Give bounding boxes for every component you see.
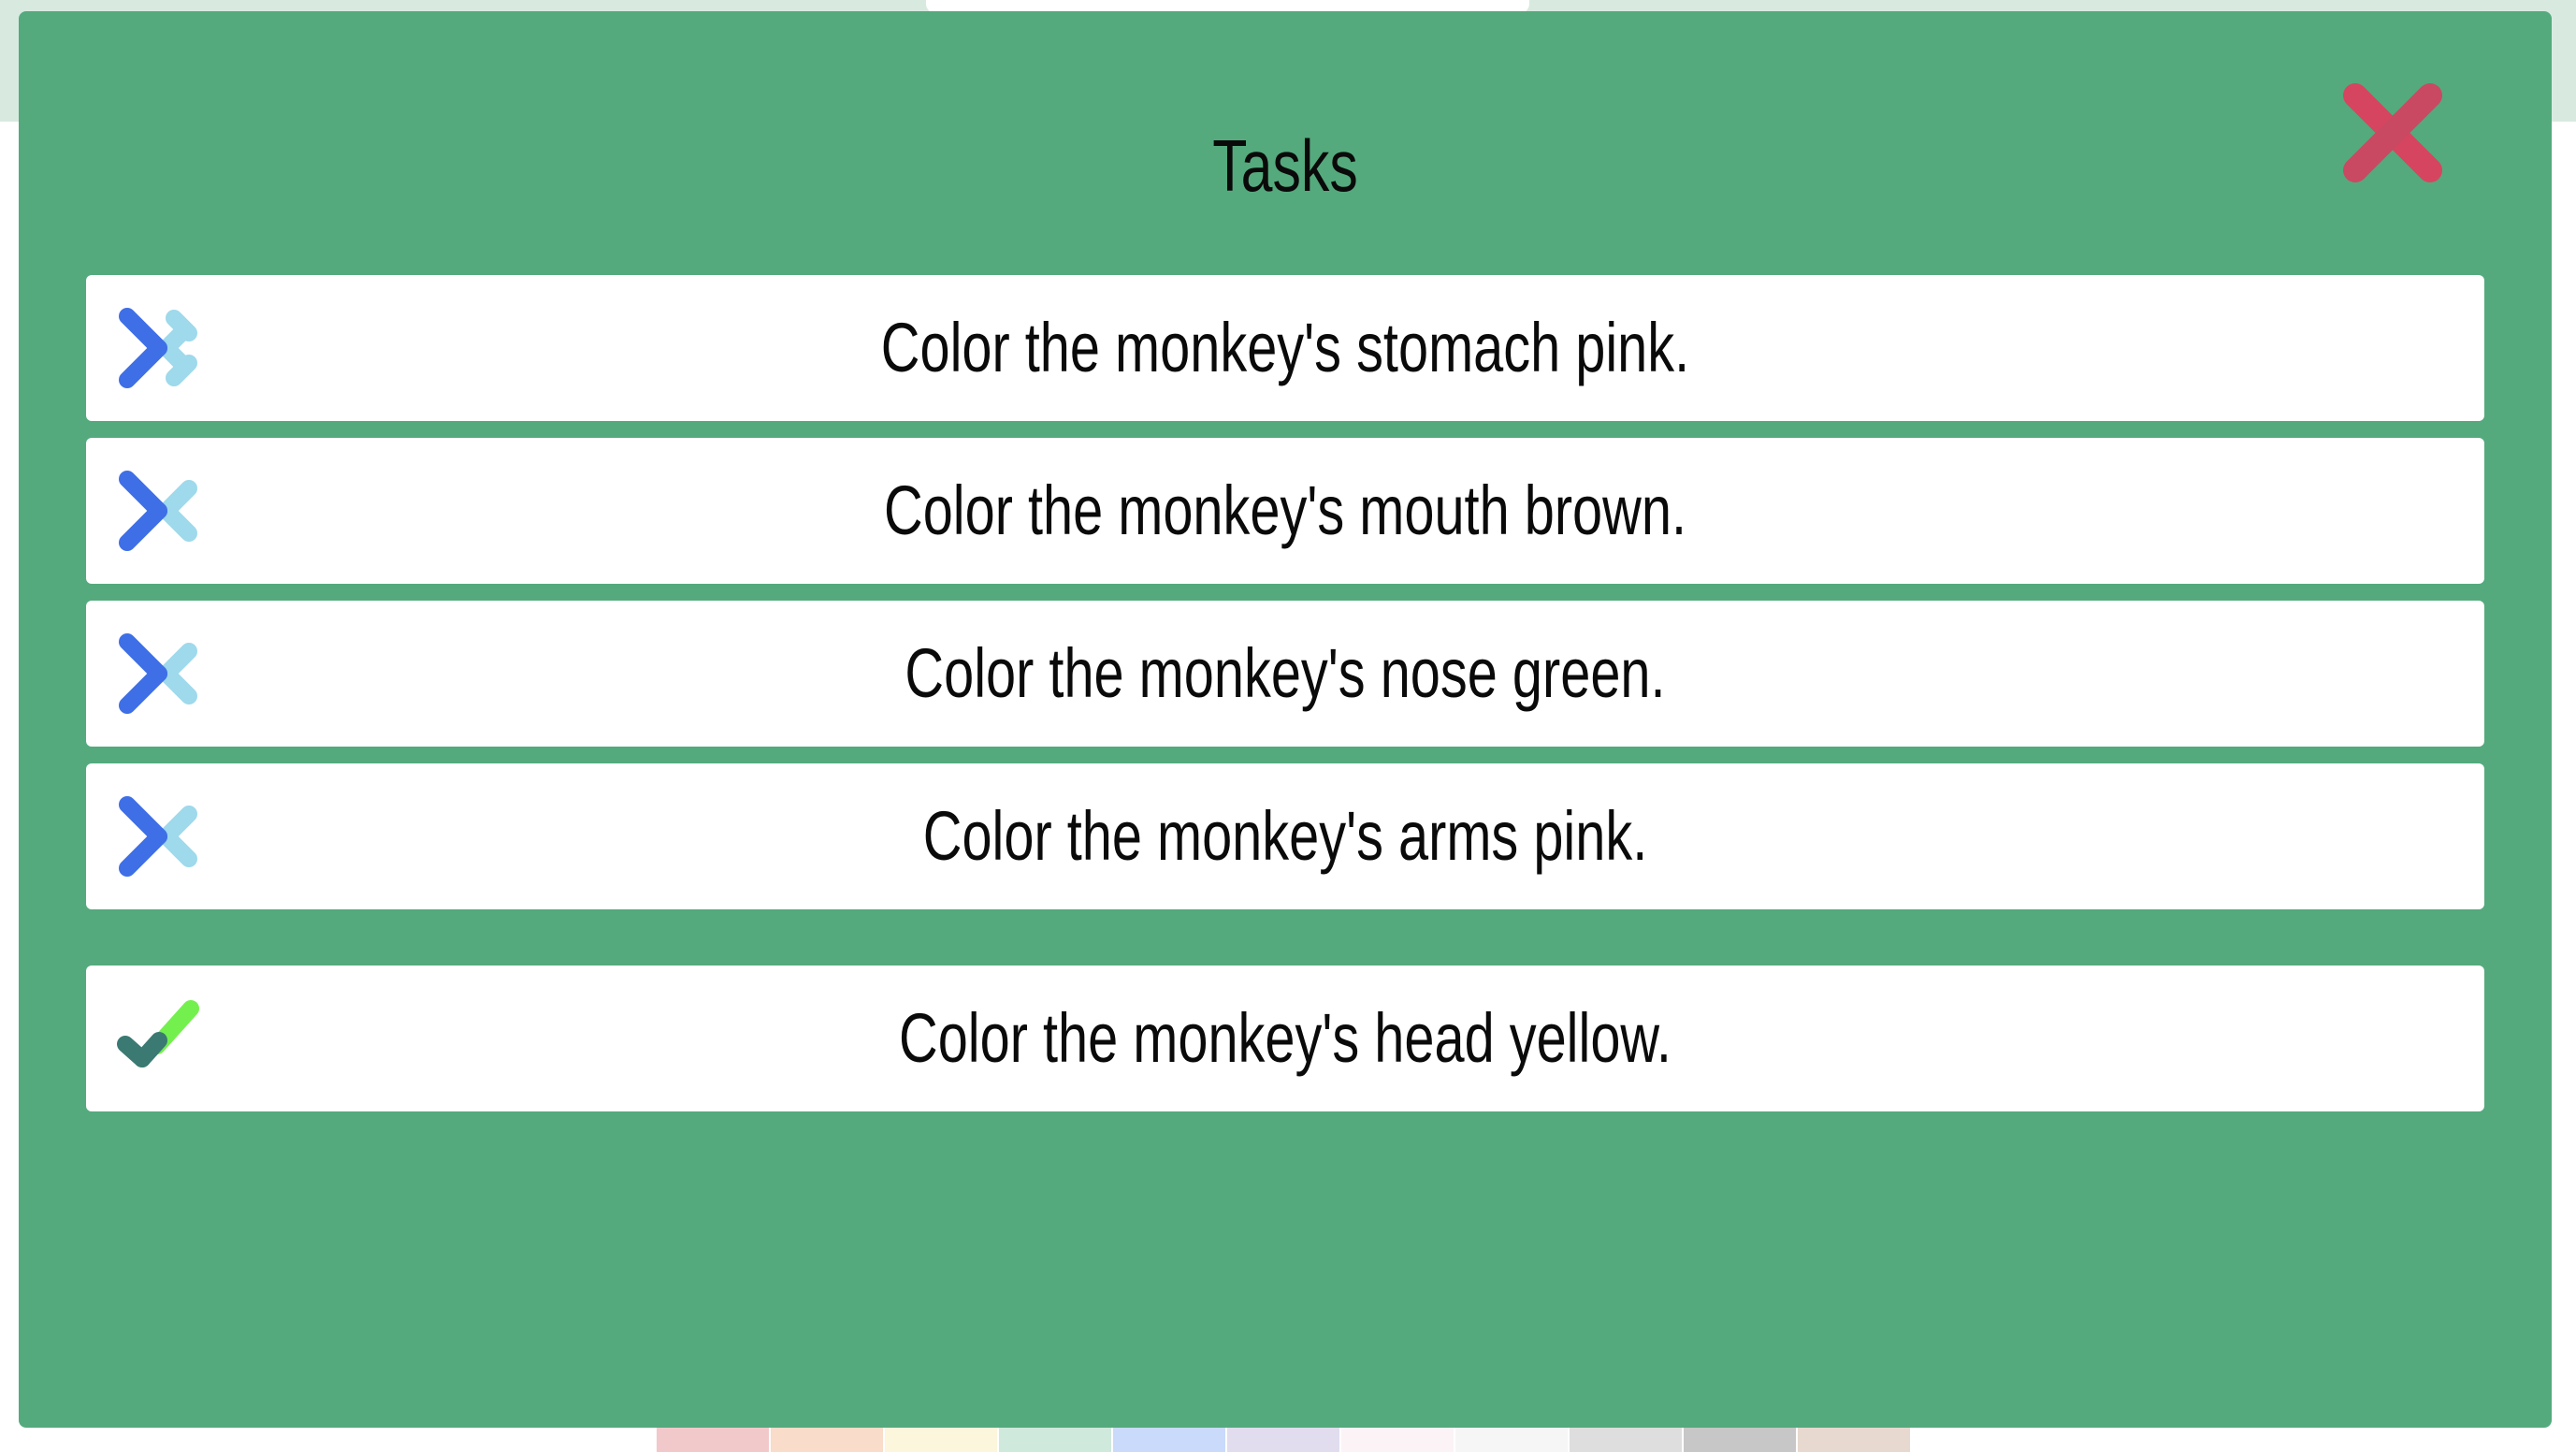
tasks-modal: Tasks Color the monkey's stomach pink. C… [19, 11, 2552, 1428]
palette-swatch[interactable] [885, 1428, 997, 1452]
palette-swatch[interactable] [771, 1428, 883, 1452]
close-button[interactable] [2337, 77, 2449, 189]
task-label: Color the monkey's head yellow. [899, 999, 1672, 1077]
task-label: Color the monkey's arms pink. [922, 797, 1648, 875]
task-item: Color the monkey's stomach pink. [86, 275, 2484, 421]
task-item: Color the monkey's arms pink. [86, 763, 2484, 909]
task-item: Color the monkey's nose green. [86, 601, 2484, 747]
palette-swatch[interactable] [657, 1428, 769, 1452]
cross-icon [119, 308, 197, 388]
palette-swatch[interactable] [1570, 1428, 1682, 1452]
cross-icon [119, 796, 197, 877]
palette-swatch[interactable] [1684, 1428, 1796, 1452]
modal-title: Tasks [1212, 124, 1358, 207]
palette-swatch[interactable] [1341, 1428, 1454, 1452]
task-item: Color the monkey's head yellow. [86, 966, 2484, 1111]
palette-swatch[interactable] [1455, 1428, 1568, 1452]
task-label: Color the monkey's stomach pink. [880, 309, 1690, 386]
task-label: Color the monkey's nose green. [904, 634, 1666, 712]
color-palette [657, 1428, 1912, 1452]
cross-icon [119, 633, 197, 714]
palette-swatch[interactable] [999, 1428, 1111, 1452]
task-item: Color the monkey's mouth brown. [86, 438, 2484, 584]
palette-swatch[interactable] [1798, 1428, 1910, 1452]
task-label: Color the monkey's mouth brown. [884, 472, 1686, 549]
palette-swatch[interactable] [1113, 1428, 1225, 1452]
palette-swatch[interactable] [1227, 1428, 1339, 1452]
cross-icon [119, 471, 197, 551]
close-icon [2343, 83, 2442, 182]
check-icon [117, 1000, 199, 1067]
